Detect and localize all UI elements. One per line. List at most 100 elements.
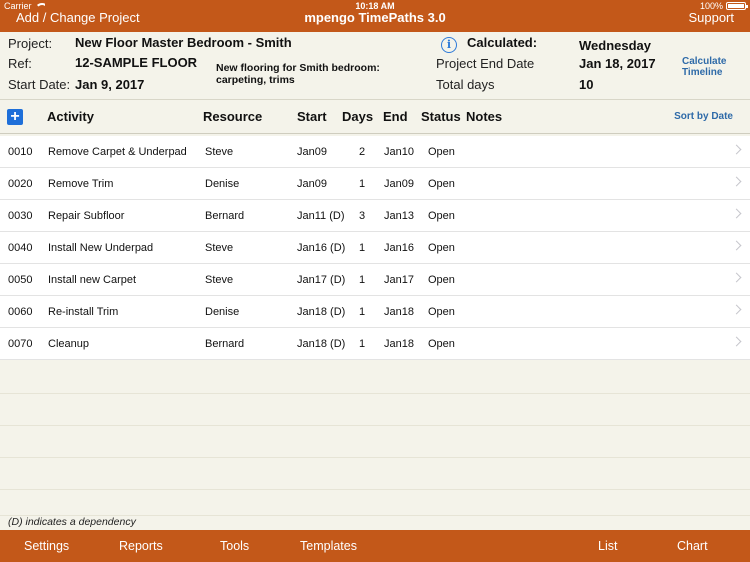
table-row[interactable]: 0060 Re-install Trim Denise Jan18 (D) 1 … <box>0 296 750 328</box>
tab-chart[interactable]: Chart <box>677 539 708 553</box>
col-start: Start <box>297 109 327 124</box>
row-end: Jan09 <box>384 178 414 190</box>
col-resource: Resource <box>203 109 263 124</box>
row-days: 1 <box>359 242 366 254</box>
row-activity: Cleanup <box>48 338 89 350</box>
chevron-right-icon <box>731 176 742 187</box>
row-end: Jan16 <box>384 242 414 254</box>
row-status: Open <box>428 274 455 286</box>
project-end-date-label: Project End Date <box>436 56 535 71</box>
row-start: Jan09 <box>297 146 327 158</box>
project-header: Project: New Floor Master Bedroom - Smit… <box>0 32 750 100</box>
row-days: 1 <box>359 274 366 286</box>
row-activity: Install new Carpet <box>48 274 137 286</box>
app-title: mpengo TimePaths 3.0 <box>304 10 446 25</box>
row-end: Jan18 <box>384 338 414 350</box>
bottom-tab-bar: Settings Reports Tools Templates List Ch… <box>0 530 750 562</box>
empty-row-line <box>0 490 750 516</box>
tab-reports[interactable]: Reports <box>119 539 163 553</box>
project-name: New Floor Master Bedroom - Smith <box>75 35 292 50</box>
table-row[interactable]: 0040 Install New Underpad Steve Jan16 (D… <box>0 232 750 264</box>
row-resource: Steve <box>205 242 234 254</box>
chevron-right-icon <box>731 144 742 155</box>
tab-settings[interactable]: Settings <box>24 539 69 553</box>
row-days: 1 <box>359 178 366 190</box>
table-row[interactable]: 0030 Repair Subfloor Bernard Jan11 (D) 3… <box>0 200 750 232</box>
row-id: 0060 <box>8 306 33 318</box>
row-end: Jan10 <box>384 146 414 158</box>
sort-by-date-button[interactable]: Sort by Date <box>674 111 733 122</box>
row-start: Jan11 (D) <box>297 210 345 222</box>
row-resource: Bernard <box>205 338 245 350</box>
ref-value: 12-SAMPLE FLOOR <box>75 55 198 70</box>
row-days: 1 <box>359 338 366 350</box>
row-status: Open <box>428 146 455 158</box>
table-row[interactable]: 0020 Remove Trim Denise Jan09 1 Jan09 Op… <box>0 168 750 200</box>
battery-icon <box>726 2 748 10</box>
total-days-value: 10 <box>579 77 594 92</box>
dependency-footnote: (D) indicates a dependency <box>8 516 136 528</box>
row-start: Jan09 <box>297 178 327 190</box>
row-status: Open <box>428 178 455 190</box>
tab-tools[interactable]: Tools <box>220 539 249 553</box>
table-row[interactable]: 0070 Cleanup Bernard Jan18 (D) 1 Jan18 O… <box>0 328 750 360</box>
row-id: 0010 <box>8 146 33 158</box>
empty-row-line <box>0 394 750 426</box>
row-end: Jan13 <box>384 210 414 222</box>
activity-table: 0010 Remove Carpet & Underpad Steve Jan0… <box>0 136 750 360</box>
row-activity: Install New Underpad <box>48 242 154 254</box>
top-navigation-bar: Carrier 10:18 AM 100% Add / Change Proje… <box>0 0 750 32</box>
tab-list[interactable]: List <box>598 539 617 553</box>
project-description: New flooring for Smith bedroom: carpetin… <box>216 62 380 86</box>
row-id: 0020 <box>8 178 33 190</box>
row-start: Jan18 (D) <box>297 306 346 318</box>
row-status: Open <box>428 306 455 318</box>
calculated-label: Calculated: <box>467 35 538 50</box>
row-days: 1 <box>359 306 366 318</box>
row-activity: Repair Subfloor <box>48 210 125 222</box>
total-days-label: Total days <box>436 77 495 92</box>
row-resource: Steve <box>205 146 234 158</box>
col-end: End <box>383 109 408 124</box>
table-row[interactable]: 0050 Install new Carpet Steve Jan17 (D) … <box>0 264 750 296</box>
chevron-right-icon <box>731 272 742 283</box>
row-start: Jan17 (D) <box>297 274 346 286</box>
empty-row-line <box>0 426 750 458</box>
row-resource: Bernard <box>205 210 245 222</box>
row-status: Open <box>428 242 455 254</box>
tab-templates[interactable]: Templates <box>300 539 357 553</box>
chevron-right-icon <box>731 240 742 251</box>
col-status: Status <box>421 109 461 124</box>
row-status: Open <box>428 338 455 350</box>
row-end: Jan17 <box>384 274 414 286</box>
ref-label: Ref: <box>8 56 32 71</box>
col-notes: Notes <box>466 109 503 124</box>
col-days: Days <box>342 109 374 124</box>
row-id: 0050 <box>8 274 33 286</box>
row-start: Jan16 (D) <box>297 242 346 254</box>
project-end-date-value: Jan 18, 2017 <box>579 56 656 71</box>
support-button[interactable]: Support <box>688 10 734 25</box>
info-icon[interactable]: i <box>441 37 457 53</box>
row-end: Jan18 <box>384 306 414 318</box>
add-icon[interactable]: + <box>7 109 23 125</box>
row-id: 0030 <box>8 210 33 222</box>
row-activity: Re-install Trim <box>48 306 119 318</box>
row-id: 0040 <box>8 242 33 254</box>
row-resource: Denise <box>205 178 240 190</box>
row-resource: Steve <box>205 274 234 286</box>
row-id: 0070 <box>8 338 33 350</box>
start-date-value: Jan 9, 2017 <box>75 77 145 92</box>
start-date-label: Start Date: <box>8 77 71 92</box>
row-activity: Remove Carpet & Underpad <box>48 146 187 158</box>
calculate-timeline-button[interactable]: Calculate Timeline <box>682 56 742 78</box>
col-activity: Activity <box>47 109 94 124</box>
row-activity: Remove Trim <box>48 178 114 190</box>
chevron-right-icon <box>731 336 742 347</box>
row-status: Open <box>428 210 455 222</box>
column-header-row: + Activity Resource Start Days End Statu… <box>0 100 750 134</box>
row-days: 3 <box>359 210 366 222</box>
table-row[interactable]: 0010 Remove Carpet & Underpad Steve Jan0… <box>0 136 750 168</box>
chevron-right-icon <box>731 304 742 315</box>
calculated-day: Wednesday <box>579 38 652 53</box>
